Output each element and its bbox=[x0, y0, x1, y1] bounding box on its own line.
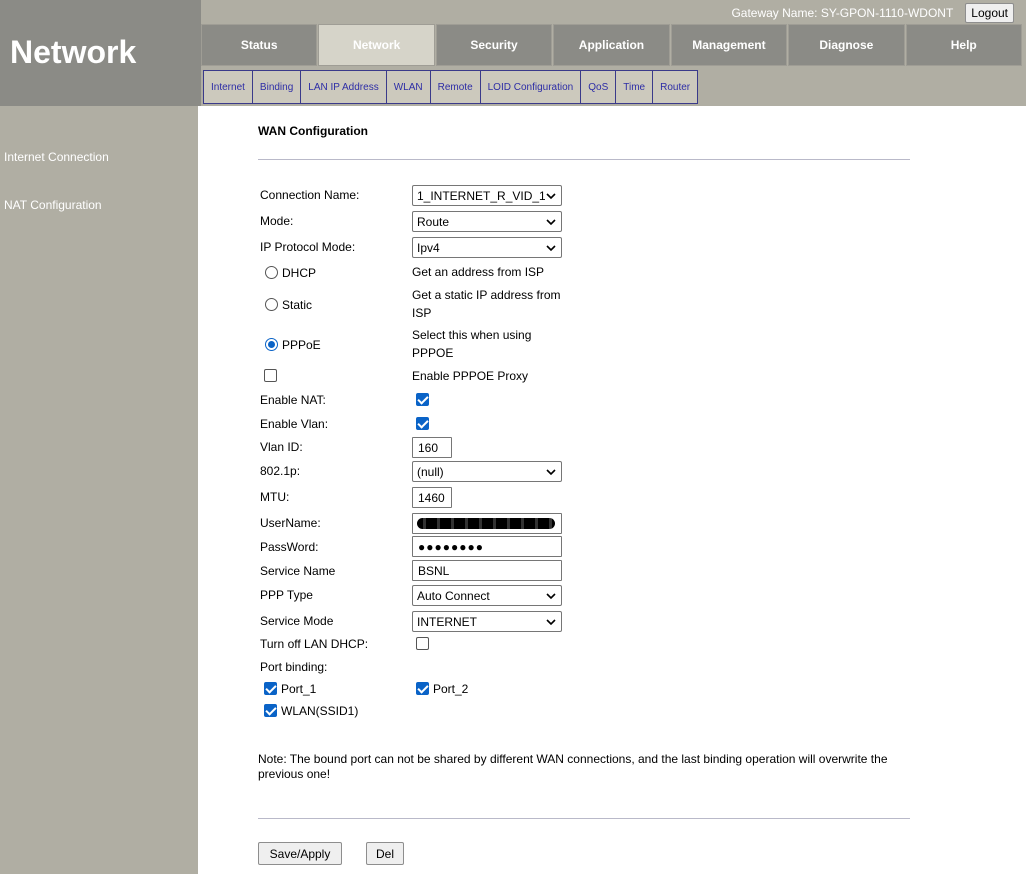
password-label: PassWord: bbox=[260, 540, 319, 554]
logout-button[interactable]: Logout bbox=[965, 3, 1014, 23]
subtab-internet[interactable]: Internet bbox=[203, 70, 253, 104]
chevron-down-icon bbox=[546, 192, 556, 199]
subtab-loid-configuration[interactable]: LOID Configuration bbox=[479, 70, 582, 104]
mtu-input[interactable]: 1460 bbox=[412, 487, 452, 508]
mode-value: Route bbox=[417, 214, 450, 229]
password-input[interactable]: ●●●●●●●● bbox=[412, 536, 562, 557]
dot1p-value: (null) bbox=[417, 464, 444, 479]
divider bbox=[258, 818, 910, 819]
chevron-down-icon bbox=[546, 592, 556, 599]
enable-vlan-checkbox[interactable] bbox=[416, 417, 429, 430]
port-2-label: Port_2 bbox=[433, 682, 469, 696]
subtab-binding[interactable]: Binding bbox=[251, 70, 302, 104]
chevron-down-icon bbox=[546, 244, 556, 251]
sidebar-item-nat-configuration[interactable]: NAT Configuration bbox=[4, 198, 102, 212]
ip-protocol-select[interactable]: Ipv4 bbox=[412, 237, 562, 258]
redacted-scribble bbox=[417, 518, 555, 529]
port-binding-label: Port binding: bbox=[260, 660, 328, 674]
subtab-lan-ip-address[interactable]: LAN IP Address bbox=[300, 70, 387, 104]
chevron-down-icon bbox=[546, 218, 556, 225]
vlan-id-input[interactable]: 160 bbox=[412, 437, 452, 458]
dot1p-select[interactable]: (null) bbox=[412, 461, 562, 482]
enable-nat-checkbox[interactable] bbox=[416, 393, 429, 406]
pppoe-radio[interactable] bbox=[265, 338, 278, 351]
main-nav-tabs: Status Network Security Application Manageme… bbox=[201, 24, 1023, 66]
static-label: Static bbox=[282, 298, 313, 312]
service-name-label: Service Name bbox=[260, 564, 336, 578]
section-title: WAN Configuration bbox=[258, 124, 368, 138]
service-mode-value: INTERNET bbox=[417, 614, 477, 629]
main-content: WAN Configuration Connection Name: 1_INT… bbox=[198, 118, 1026, 874]
pppoe-proxy-label: Enable PPPOE Proxy bbox=[412, 369, 529, 383]
divider bbox=[258, 159, 910, 160]
dot1p-label: 802.1p: bbox=[260, 464, 301, 478]
mode-label: Mode: bbox=[260, 214, 294, 228]
dhcp-radio[interactable] bbox=[265, 266, 278, 279]
service-mode-select[interactable]: INTERNET bbox=[412, 611, 562, 632]
subtab-time[interactable]: Time bbox=[615, 70, 654, 104]
tab-help[interactable]: Help bbox=[905, 24, 1022, 66]
pppoe-label: PPPoE bbox=[282, 338, 321, 352]
subtab-remote[interactable]: Remote bbox=[429, 70, 481, 104]
sidebar-item-internet-connection[interactable]: Internet Connection bbox=[4, 150, 109, 164]
port-1-label: Port_1 bbox=[281, 682, 317, 696]
page-brand-title: Network bbox=[10, 34, 137, 70]
pppoe-description: Select this when using PPPOE bbox=[412, 328, 532, 360]
subtab-router[interactable]: Router bbox=[652, 70, 699, 104]
ppp-type-select[interactable]: Auto Connect bbox=[412, 585, 562, 606]
ppp-type-label: PPP Type bbox=[260, 588, 313, 602]
enable-vlan-label: Enable Vlan: bbox=[260, 417, 329, 431]
subtab-wlan[interactable]: WLAN bbox=[385, 70, 431, 104]
static-radio[interactable] bbox=[265, 298, 278, 311]
mode-select[interactable]: Route bbox=[412, 211, 562, 232]
tab-application[interactable]: Application bbox=[553, 24, 670, 66]
gateway-info: Gateway Name: SY-GPON-1110-WDONT Logout bbox=[731, 3, 1014, 23]
wlan-ssid1-checkbox[interactable] bbox=[264, 704, 277, 717]
subtab-qos[interactable]: QoS bbox=[580, 70, 617, 104]
turn-off-lan-dhcp-label: Turn off LAN DHCP: bbox=[260, 637, 369, 651]
ip-protocol-value: Ipv4 bbox=[417, 240, 440, 255]
service-mode-label: Service Mode bbox=[260, 614, 334, 628]
tab-management[interactable]: Management bbox=[670, 24, 788, 66]
password-mask: ●●●●●●●● bbox=[418, 539, 484, 554]
tab-security[interactable]: Security bbox=[435, 24, 553, 66]
static-description: Get a static IP address from ISP bbox=[412, 288, 561, 320]
binding-note: Note: The bound port can not be shared b… bbox=[258, 752, 888, 781]
delete-button[interactable]: Del bbox=[366, 842, 404, 865]
sub-nav-tabs: Internet Binding LAN IP Address WLAN Remote L… bbox=[203, 70, 699, 104]
chevron-down-icon bbox=[546, 468, 556, 475]
turn-off-lan-dhcp-checkbox[interactable] bbox=[416, 637, 429, 650]
pppoe-proxy-checkbox[interactable] bbox=[264, 369, 277, 382]
save-apply-button[interactable]: Save/Apply bbox=[258, 842, 342, 865]
wlan-ssid1-label: WLAN(SSID1) bbox=[281, 704, 359, 718]
ppp-type-value: Auto Connect bbox=[417, 588, 490, 603]
chevron-down-icon bbox=[546, 618, 556, 625]
connection-name-select[interactable]: 1_INTERNET_R_VID_160 bbox=[412, 185, 562, 206]
dhcp-label: DHCP bbox=[282, 266, 317, 280]
ip-protocol-label: IP Protocol Mode: bbox=[260, 240, 356, 254]
connection-name-value: 1_INTERNET_R_VID_160 bbox=[417, 188, 545, 203]
enable-nat-label: Enable NAT: bbox=[260, 393, 326, 407]
port-1-checkbox[interactable] bbox=[264, 682, 277, 695]
vlan-id-label: Vlan ID: bbox=[260, 440, 303, 454]
service-name-input[interactable]: BSNL bbox=[412, 560, 562, 581]
connection-name-label: Connection Name: bbox=[260, 188, 360, 202]
tab-status[interactable]: Status bbox=[201, 24, 318, 66]
port-2-checkbox[interactable] bbox=[416, 682, 429, 695]
tab-network[interactable]: Network bbox=[318, 24, 435, 66]
gateway-name: SY-GPON-1110-WDONT bbox=[820, 6, 954, 20]
sidebar: Internet Connection NAT Configuration bbox=[0, 106, 198, 874]
gateway-label: Gateway Name: bbox=[731, 6, 818, 20]
tab-diagnose[interactable]: Diagnose bbox=[788, 24, 905, 66]
username-input[interactable] bbox=[412, 513, 562, 534]
username-label: UserName: bbox=[260, 516, 321, 530]
header-brand-area: Network bbox=[0, 0, 201, 106]
mtu-label: MTU: bbox=[260, 490, 290, 504]
dhcp-description: Get an address from ISP bbox=[412, 265, 545, 279]
